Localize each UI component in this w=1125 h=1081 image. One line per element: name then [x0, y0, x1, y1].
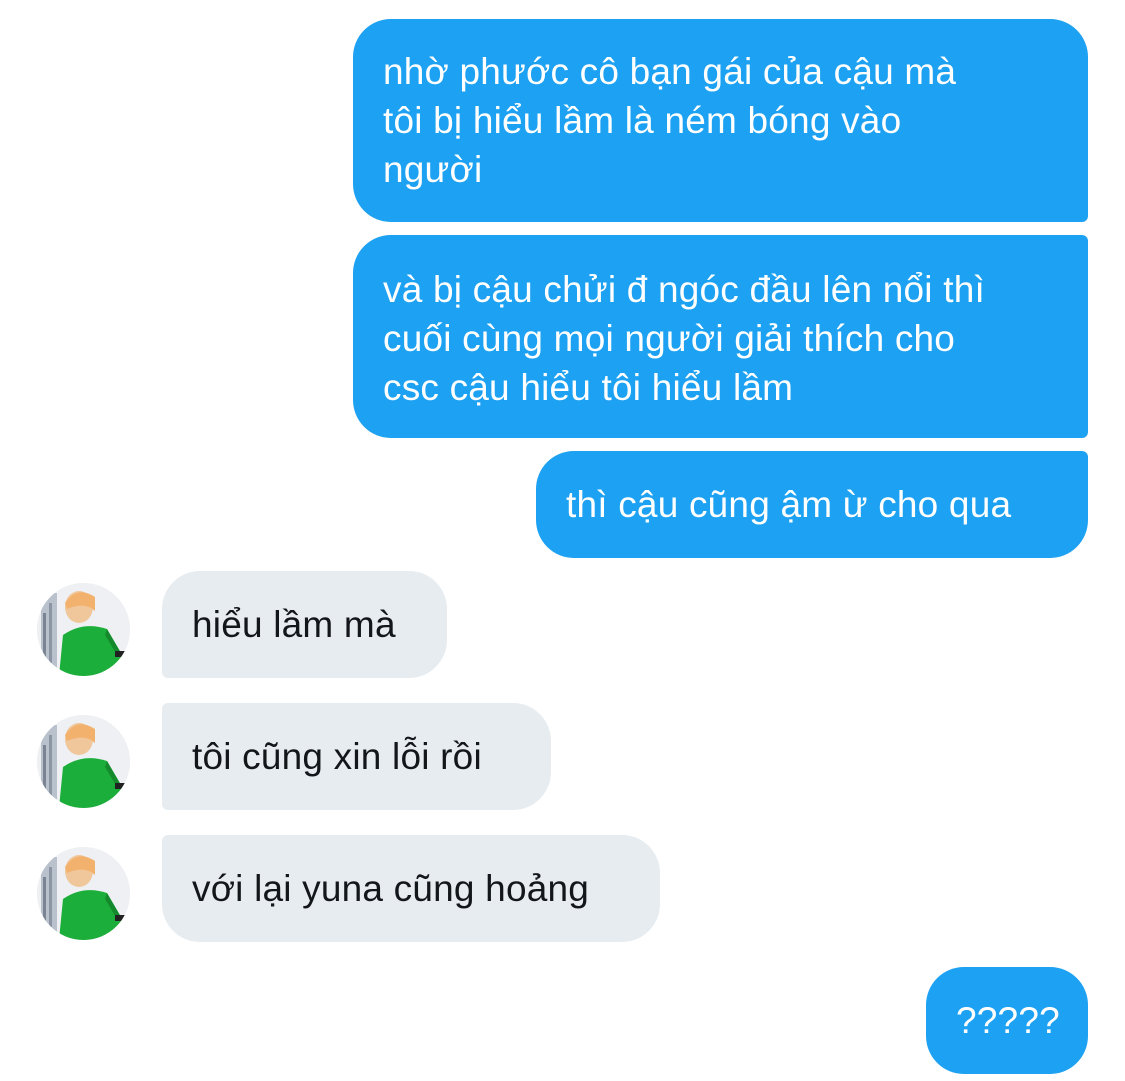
- user-avatar-photo-icon: [37, 583, 130, 676]
- message-thread: nhờ phước cô bạn gái của cậu mà tôi bị h…: [0, 0, 1125, 1081]
- received-message-bubble[interactable]: hiểu lầm mà: [162, 571, 447, 678]
- avatar[interactable]: [37, 847, 130, 940]
- avatar[interactable]: [37, 715, 130, 808]
- message-text-line: hiểu lầm mà: [192, 604, 396, 645]
- message-text-line: ?????: [956, 1000, 1060, 1041]
- avatar[interactable]: [37, 583, 130, 676]
- sent-message-bubble[interactable]: và bị cậu chửi đ ngóc đầu lên nổi thì cu…: [353, 235, 1088, 438]
- received-message-bubble[interactable]: với lại yuna cũng hoảng: [162, 835, 660, 942]
- message-text-line: với lại yuna cũng hoảng: [192, 868, 590, 909]
- message-text-line: cuối cùng mọi người giải thích cho: [383, 318, 956, 359]
- message-text-line: tôi bị hiểu lầm là ném bóng vào: [383, 100, 902, 141]
- received-message-bubble[interactable]: tôi cũng xin lỗi rồi: [162, 703, 551, 810]
- message-text-line: csc cậu hiểu tôi hiểu lầm: [383, 367, 794, 408]
- message-text-line: người: [383, 149, 483, 190]
- sent-message-bubble[interactable]: nhờ phước cô bạn gái của cậu mà tôi bị h…: [353, 19, 1088, 222]
- user-avatar-photo-icon: [37, 715, 130, 808]
- message-text-line: và bị cậu chửi đ ngóc đầu lên nổi thì: [383, 269, 985, 310]
- user-avatar-photo-icon: [37, 847, 130, 940]
- message-text-line: thì cậu cũng ậm ừ cho qua: [566, 484, 1012, 525]
- message-text-line: tôi cũng xin lỗi rồi: [192, 736, 482, 777]
- message-text-line: nhờ phước cô bạn gái của cậu mà: [383, 51, 957, 92]
- sent-message-bubble[interactable]: ?????: [926, 967, 1088, 1074]
- sent-message-bubble[interactable]: thì cậu cũng ậm ừ cho qua: [536, 451, 1088, 558]
